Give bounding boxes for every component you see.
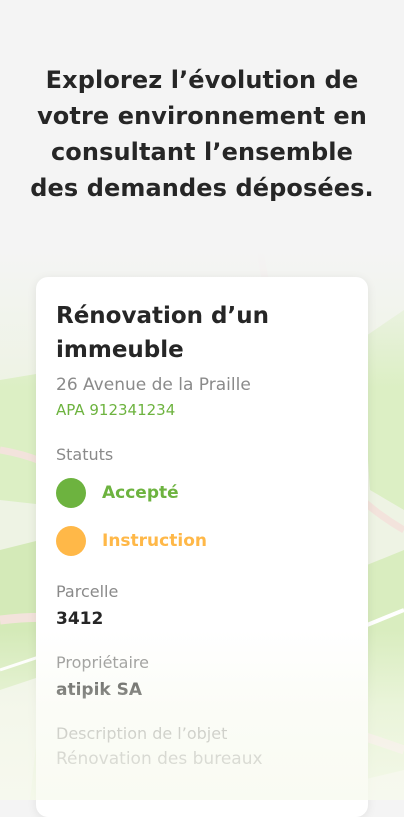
proprietaire-value: atipik SA — [56, 680, 143, 700]
headline-line-4: des demandes déposées. — [30, 174, 374, 202]
onboarding-headline: Explorez l’évolution de votre environnem… — [0, 62, 404, 206]
headline-line-1: Explorez l’évolution de — [45, 66, 359, 94]
parcelle-label: Parcelle — [56, 582, 119, 601]
status-instruction-dot — [56, 526, 86, 556]
headline-line-3: consultant l’ensemble — [50, 138, 354, 166]
description-label: Description de l’objet — [56, 724, 228, 743]
parcelle-value: 3412 — [56, 609, 104, 629]
status-accepted-dot — [56, 478, 86, 508]
proprietaire-label: Propriétaire — [56, 653, 149, 672]
request-title-line-2: immeuble — [56, 337, 184, 363]
status-accepted-label: Accepté — [102, 483, 179, 503]
statuts-label: Statuts — [56, 445, 114, 464]
request-title-line-1: Rénovation d’un — [56, 303, 270, 329]
request-reference: APA 912341234 — [56, 401, 176, 419]
status-accepted: Accepté — [56, 476, 348, 510]
description-value: Rénovation des bureaux — [56, 749, 263, 769]
request-card[interactable]: Rénovation d’un immeuble 26 Avenue de la… — [36, 277, 368, 817]
status-instruction-label: Instruction — [102, 531, 207, 551]
headline-line-2: votre environnement en — [37, 102, 367, 130]
request-address: 26 Avenue de la Praille — [56, 375, 251, 395]
status-instruction: Instruction — [56, 524, 348, 558]
request-title: Rénovation d’un immeuble — [56, 299, 348, 367]
